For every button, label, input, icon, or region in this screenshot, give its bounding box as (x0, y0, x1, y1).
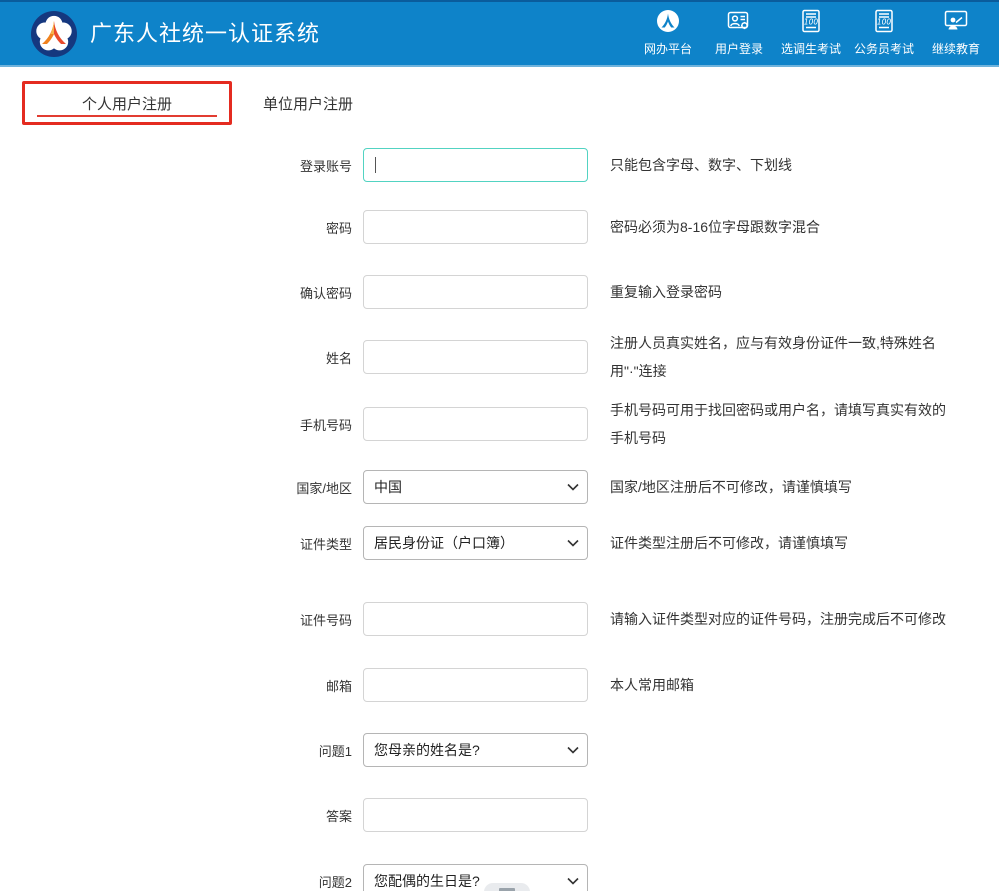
mobile-number-input[interactable] (363, 407, 588, 441)
app-title: 广东人社统一认证系统 (90, 2, 320, 65)
nav-label: 网办平台 (644, 40, 692, 57)
security-question1-select[interactable]: 您母亲的姓名是? (363, 733, 588, 767)
id-type-select[interactable]: 居民身份证（户口簿） (363, 526, 588, 560)
nav-label: 选调生考试 (781, 40, 841, 57)
field-hint: 证件类型注册后不可修改，请谨慎填写 (610, 529, 848, 557)
nav-item-xuandiao-exam[interactable]: 100 选调生考试 (781, 7, 841, 57)
portal-logo-icon (655, 7, 681, 34)
nav-item-civil-servant-exam[interactable]: 100 公务员考试 (854, 7, 914, 57)
nav-label: 公务员考试 (854, 40, 914, 57)
exam-score-100-icon: 100 (871, 7, 897, 34)
field-hint: 请输入证件类型对应的证件号码，注册完成后不可修改 (610, 605, 946, 633)
field-hint: 密码必须为8-16位字母跟数字混合 (610, 213, 820, 241)
form-row-email: 邮箱 本人常用邮箱 (0, 668, 999, 702)
field-hint: 本人常用邮箱 (610, 671, 694, 699)
user-card-gear-icon (726, 7, 752, 34)
confirm-password-input[interactable] (363, 275, 588, 309)
field-hint: 手机号码可用于找回密码或用户名，请填写真实有效的手机号码 (610, 396, 958, 452)
form-row-password: 密码 密码必须为8-16位字母跟数字混合 (0, 210, 999, 244)
login-account-input[interactable] (363, 148, 588, 182)
field-hint: 国家/地区注册后不可修改，请谨慎填写 (610, 473, 852, 501)
nav-label: 继续教育 (932, 40, 980, 57)
field-label: 手机号码 (0, 415, 352, 434)
field-label: 姓名 (0, 348, 352, 367)
answer1-input[interactable] (363, 798, 588, 832)
form-row-id-type: 证件类型 居民身份证（户口簿） 证件类型注册后不可修改，请谨慎填写 (0, 526, 999, 560)
chevron-down-icon (567, 746, 579, 754)
app-header: 广东人社统一认证系统 网办平台 (0, 0, 999, 67)
email-input[interactable] (363, 668, 588, 702)
field-label: 密码 (0, 218, 352, 237)
active-tab-underline (37, 115, 217, 117)
real-name-input[interactable] (363, 340, 588, 374)
field-label: 证件类型 (0, 534, 352, 553)
svg-text:100: 100 (804, 17, 819, 26)
field-label: 国家/地区 (0, 478, 352, 497)
field-label: 登录账号 (0, 156, 352, 175)
field-label: 确认密码 (0, 283, 352, 302)
form-row-name: 姓名 注册人员真实姓名，应与有效身份证件一致,特殊姓名用"·"连接 (0, 340, 999, 374)
field-label: 邮箱 (0, 676, 352, 695)
header-nav: 网办平台 (639, 7, 985, 57)
id-number-input[interactable] (363, 602, 588, 636)
chevron-down-icon (567, 539, 579, 547)
svg-text:100: 100 (877, 17, 892, 26)
nav-item-portal[interactable]: 网办平台 (639, 7, 697, 57)
form-row-confirm-password: 确认密码 重复输入登录密码 (0, 275, 999, 309)
form-row-question1: 问题1 您母亲的姓名是? (0, 733, 999, 767)
form-row-answer1: 答案 (0, 798, 999, 832)
nav-item-user-login[interactable]: 用户登录 (710, 7, 768, 57)
dropdown-scroll-button[interactable] (484, 883, 530, 891)
nav-label: 用户登录 (715, 40, 763, 57)
field-label: 问题1 (0, 741, 352, 760)
select-value: 您母亲的姓名是? (374, 740, 480, 760)
field-hint: 只能包含字母、数字、下划线 (610, 151, 792, 179)
form-row-mobile: 手机号码 手机号码可用于找回密码或用户名，请填写真实有效的手机号码 (0, 407, 999, 441)
password-input[interactable] (363, 210, 588, 244)
field-hint: 注册人员真实姓名，应与有效身份证件一致,特殊姓名用"·"连接 (610, 329, 958, 385)
select-value: 居民身份证（户口簿） (374, 533, 514, 553)
gdhrss-logo-icon (30, 10, 78, 58)
select-value: 您配偶的生日是? (374, 871, 480, 891)
form-row-id-number: 证件号码 请输入证件类型对应的证件号码，注册完成后不可修改 (0, 602, 999, 636)
security-question2-select[interactable]: 您配偶的生日是? (363, 864, 588, 891)
tab-company-register[interactable]: 单位用户注册 (263, 81, 353, 125)
field-label: 证件号码 (0, 610, 352, 629)
chevron-down-icon (567, 877, 579, 885)
select-value: 中国 (374, 477, 402, 497)
text-caret (375, 157, 376, 173)
field-label: 答案 (0, 806, 352, 825)
page: 广东人社统一认证系统 网办平台 (0, 0, 999, 891)
field-hint: 重复输入登录密码 (610, 278, 722, 306)
annotation-highlight-box: 个人用户注册 (22, 81, 232, 125)
chevron-down-icon (567, 483, 579, 491)
form-row-country: 国家/地区 中国 国家/地区注册后不可修改，请谨慎填写 (0, 470, 999, 504)
teacher-blackboard-icon (943, 7, 969, 34)
nav-item-continuing-education[interactable]: 继续教育 (927, 7, 985, 57)
country-select[interactable]: 中国 (363, 470, 588, 504)
field-label: 问题2 (0, 872, 352, 891)
form-row-login-account: 登录账号 只能包含字母、数字、下划线 (0, 148, 999, 182)
exam-score-100-icon: 100 (798, 7, 824, 34)
